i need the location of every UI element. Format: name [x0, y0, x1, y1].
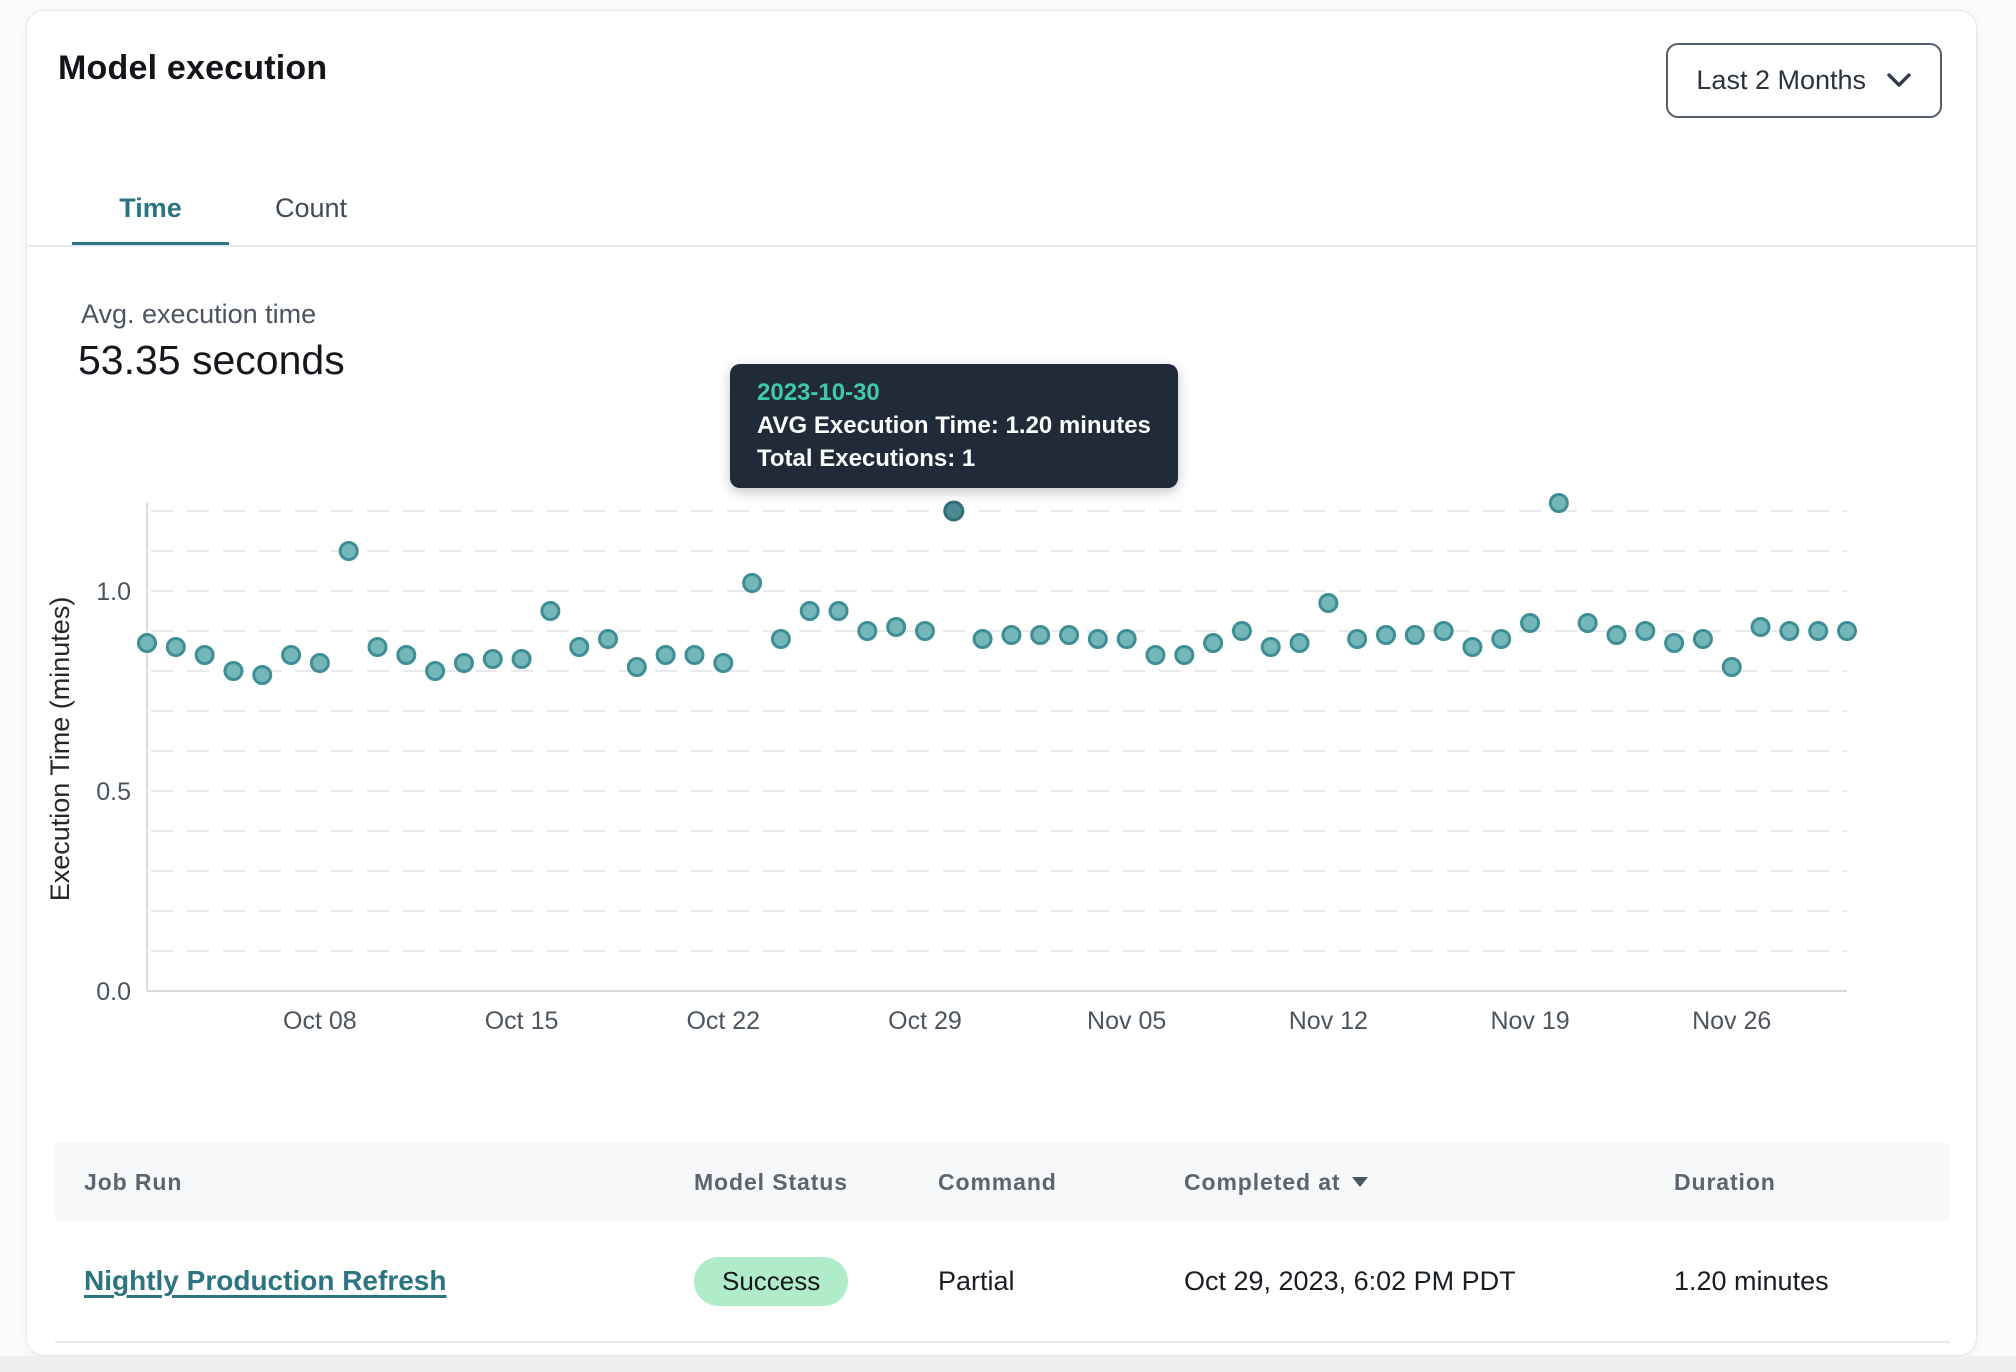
- column-header-duration: Duration: [1674, 1169, 1950, 1196]
- tab-time[interactable]: Time: [72, 169, 229, 247]
- chevron-down-icon: [1886, 72, 1912, 89]
- svg-text:Oct 15: Oct 15: [485, 1007, 559, 1035]
- svg-text:Nov 19: Nov 19: [1490, 1007, 1569, 1035]
- status-badge: Success: [694, 1257, 848, 1306]
- column-header-command: Command: [938, 1169, 1184, 1196]
- metric-label: Avg. execution time: [81, 299, 316, 330]
- chart-tooltip: 2023-10-30 AVG Execution Time: 1.20 minu…: [730, 364, 1178, 488]
- svg-text:0.0: 0.0: [96, 978, 131, 1006]
- triangle-down-icon: [1352, 1177, 1368, 1187]
- page-title: Model execution: [58, 49, 327, 88]
- svg-text:Oct 08: Oct 08: [283, 1007, 357, 1035]
- tab-divider: [27, 245, 1976, 247]
- page-background-strip: [0, 1356, 2016, 1372]
- svg-text:Oct 29: Oct 29: [888, 1007, 962, 1035]
- model-execution-card: Model execution Last 2 Months Time Count…: [26, 10, 1977, 1356]
- tooltip-date: 2023-10-30: [757, 376, 1151, 409]
- svg-text:Nov 05: Nov 05: [1087, 1007, 1166, 1035]
- table-row: Nightly Production Refresh Success Parti…: [55, 1221, 1950, 1343]
- svg-text:Oct 22: Oct 22: [686, 1007, 760, 1035]
- job-run-link[interactable]: Nightly Production Refresh: [84, 1265, 446, 1297]
- svg-text:Nov 26: Nov 26: [1692, 1007, 1771, 1035]
- column-header-model-status: Model Status: [694, 1169, 938, 1196]
- metric-value: 53.35 seconds: [78, 337, 345, 384]
- svg-text:1.0: 1.0: [96, 578, 131, 606]
- column-header-completed-at[interactable]: Completed at: [1184, 1169, 1674, 1196]
- duration-cell: 1.20 minutes: [1674, 1266, 1950, 1297]
- command-cell: Partial: [938, 1266, 1184, 1297]
- column-header-job-run: Job Run: [84, 1169, 694, 1196]
- svg-text:Execution Time (minutes): Execution Time (minutes): [45, 597, 75, 902]
- svg-text:0.5: 0.5: [96, 778, 131, 806]
- table-header-row: Job Run Model Status Command Completed a…: [55, 1143, 1950, 1221]
- date-range-value: Last 2 Months: [1696, 65, 1866, 96]
- status-cell: Success: [694, 1257, 938, 1306]
- job-runs-table: Job Run Model Status Command Completed a…: [55, 1143, 1950, 1343]
- tab-count[interactable]: Count: [229, 169, 393, 247]
- tooltip-avg-time: AVG Execution Time: 1.20 minutes: [757, 409, 1151, 442]
- tabs: Time Count: [72, 169, 393, 247]
- date-range-dropdown[interactable]: Last 2 Months: [1666, 43, 1942, 118]
- completed-at-cell: Oct 29, 2023, 6:02 PM PDT: [1184, 1266, 1674, 1297]
- execution-time-scatter-chart[interactable]: 0.0 0.5 1.0 Execution Time (minutes) Oct 08 O…: [27, 481, 1978, 1056]
- tooltip-total-executions: Total Executions: 1: [757, 442, 1151, 475]
- svg-text:Nov 12: Nov 12: [1289, 1007, 1368, 1035]
